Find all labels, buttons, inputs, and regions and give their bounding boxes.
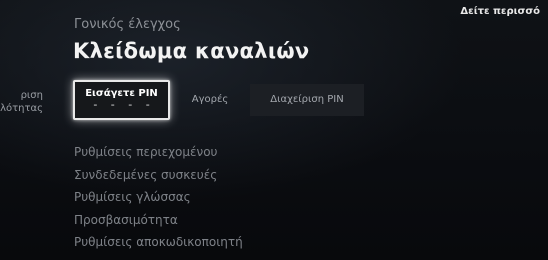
enter-pin-button[interactable]: Εισάγετε PIN - - - - (73, 80, 170, 120)
menu-item-decoder-settings[interactable]: Ρυθμίσεις αποκωδικοποιητή (74, 234, 243, 257)
page-title: Κλείδωμα καναλιών (73, 39, 310, 63)
menu-item-content-settings[interactable]: Ρυθμίσεις περιεχομένου (74, 144, 243, 167)
tab-partial-left[interactable]: ριση λότητας (0, 89, 43, 115)
tab-manage-pin[interactable]: Διαχείριση PIN (250, 84, 364, 116)
pin-entry-dots: - - - - (93, 98, 155, 111)
menu-item-connected-devices[interactable]: Συνδεδεμένες συσκευές (74, 167, 243, 190)
tab-purchases[interactable]: Αγορές (176, 84, 244, 116)
tv-settings-screen: Δείτε περισσό Γονικός έλεγχος Κλείδωμα κ… (0, 0, 548, 260)
menu-item-language-settings[interactable]: Ρυθμίσεις γλώσσας (74, 189, 243, 212)
see-more-link[interactable]: Δείτε περισσό (460, 6, 540, 17)
breadcrumb: Γονικός έλεγχος (74, 17, 181, 32)
tab-partial-left-line1: ριση (20, 90, 43, 101)
menu-item-accessibility[interactable]: Προσβασιμότητα (74, 212, 243, 235)
tab-partial-left-line2: λότητας (0, 103, 43, 114)
settings-menu-list: Ρυθμίσεις περιεχομένου Συνδεδεμένες συσκ… (74, 144, 243, 257)
tabs-row: ριση λότητας Εισάγετε PIN - - - - Αγορές… (0, 78, 548, 122)
